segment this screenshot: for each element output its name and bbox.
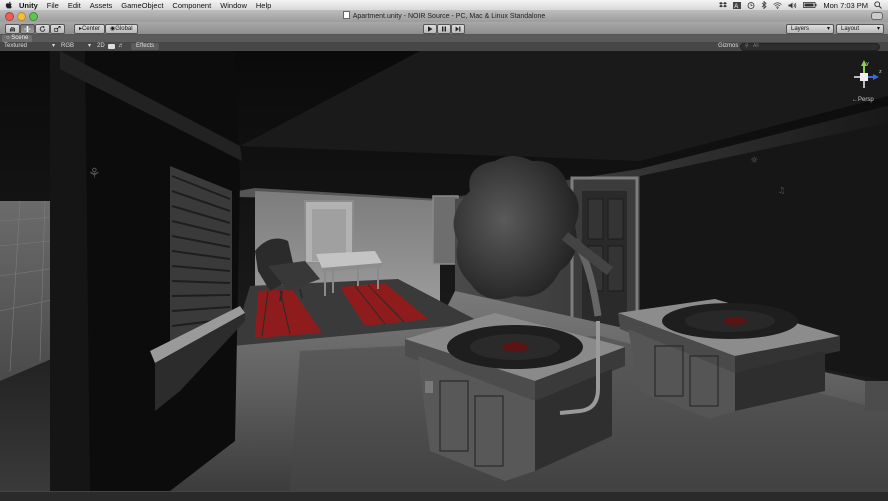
scene-orientation-gizmo[interactable]: y z ←Persp — [846, 57, 882, 109]
pause-icon — [442, 26, 446, 32]
wifi-icon[interactable] — [773, 1, 783, 9]
battery-icon[interactable] — [803, 2, 817, 8]
hand-tool-button[interactable] — [5, 24, 20, 34]
scale-tool-button[interactable] — [50, 24, 65, 34]
audio-gizmo-icon: ♫ — [778, 186, 785, 195]
pivot-center-button[interactable]: ▸Center — [74, 24, 106, 34]
scene-search-input[interactable]: ⚲ All — [740, 43, 880, 51]
menu-unity[interactable]: Unity — [19, 1, 38, 10]
move-icon — [24, 26, 31, 32]
chevron-down-icon: ▾ — [88, 43, 92, 49]
gizmos-dropdown[interactable]: Gizmos — [718, 42, 738, 51]
tab-scene[interactable]: ○ Scene — [2, 35, 33, 42]
layout-dropdown[interactable]: Layout ▾ — [836, 24, 884, 34]
bluetooth-icon[interactable] — [761, 1, 767, 9]
move-tool-button[interactable] — [20, 24, 35, 34]
light-probe-gizmo-icon: ⚘ — [88, 166, 101, 182]
gizmo-z-label: z — [879, 69, 882, 75]
pivot-global-button[interactable]: ◉Global — [105, 24, 138, 34]
svg-text:A: A — [735, 4, 739, 9]
projection-label[interactable]: ←Persp — [852, 97, 874, 103]
window-title: Apartment.unity - NOIR Source - PC, Mac … — [0, 11, 888, 20]
hand-icon — [10, 27, 15, 32]
scale-icon — [54, 26, 61, 32]
menu-gameobject[interactable]: GameObject — [121, 1, 163, 10]
document-icon — [342, 11, 350, 19]
toolbar-toggle-button[interactable] — [871, 12, 883, 20]
menu-component[interactable]: Component — [172, 1, 211, 10]
effects-dropdown[interactable]: Effects — [131, 43, 160, 50]
menubar-clock[interactable]: Mon 7:03 PM — [823, 1, 868, 10]
play-icon — [428, 26, 433, 32]
unity-toolbar: ▸Center ◉Global Layers ▾ Layout ▾ — [0, 22, 888, 35]
pause-button[interactable] — [437, 24, 451, 34]
render-mode-dropdown[interactable]: Textured — [4, 42, 27, 51]
audio-toggle-icon[interactable]: ♬ — [118, 42, 124, 51]
menu-file[interactable]: File — [47, 1, 59, 10]
apple-icon[interactable] — [5, 1, 13, 9]
menu-edit[interactable]: Edit — [68, 1, 81, 10]
axis-gizmo-icon: y z — [854, 60, 882, 88]
menu-assets[interactable]: Assets — [90, 1, 113, 10]
toggle-2d-button[interactable]: 2D — [97, 42, 105, 51]
rotate-tool-button[interactable] — [35, 24, 50, 34]
menu-window[interactable]: Window — [220, 1, 247, 10]
play-button[interactable] — [423, 24, 437, 34]
spotlight-search-icon[interactable] — [874, 1, 882, 9]
scene-options-bar: Textured ▾ RGB ▾ 2D ♬ Effects Gizmos ⚲ A… — [0, 42, 888, 51]
window-title-bar: Apartment.unity - NOIR Source - PC, Mac … — [0, 10, 888, 22]
color-mode-dropdown[interactable]: RGB — [61, 42, 74, 51]
scene-viewport[interactable]: ☼ ♫ ⚘ y z ←Persp — [0, 51, 888, 491]
dropbox-icon[interactable] — [719, 1, 728, 9]
menu-help[interactable]: Help — [256, 1, 271, 10]
chevron-down-icon: ▾ — [876, 26, 880, 32]
layers-dropdown[interactable]: Layers ▾ — [786, 24, 834, 34]
mac-menu-bar: Unity File Edit Assets GameObject Compon… — [0, 0, 888, 10]
search-icon: ⚲ — [745, 43, 749, 49]
lighting-toggle-icon[interactable] — [108, 44, 115, 49]
step-button[interactable] — [451, 24, 465, 34]
adobe-icon[interactable]: A — [733, 1, 742, 9]
scene-render: ☼ ♫ ⚘ — [0, 51, 888, 491]
chevron-down-icon: ▾ — [826, 26, 830, 32]
rotate-icon — [39, 26, 46, 32]
gizmo-y-label: y — [866, 61, 869, 67]
light-gizmo-icon: ☼ — [750, 156, 758, 166]
step-icon — [455, 26, 461, 32]
chevron-down-icon: ▾ — [52, 43, 56, 49]
volume-icon[interactable] — [788, 2, 797, 9]
time-machine-icon[interactable] — [747, 1, 755, 9]
